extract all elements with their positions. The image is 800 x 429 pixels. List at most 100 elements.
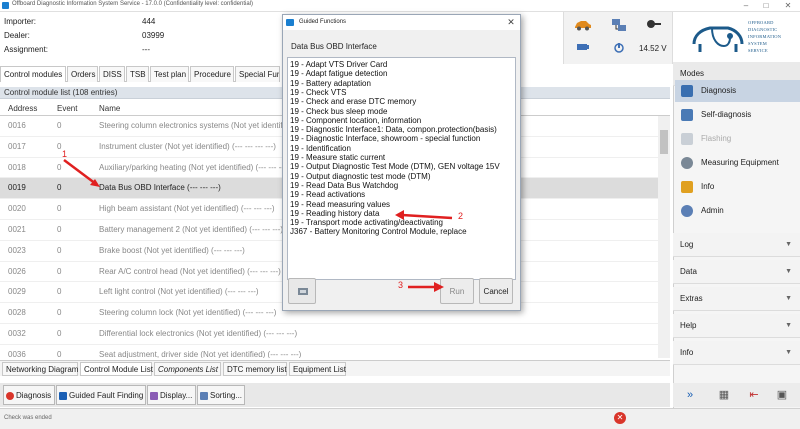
list-item[interactable]: 19 - Read activations <box>290 190 365 199</box>
tab-tsb[interactable]: TSB <box>126 66 149 82</box>
diagnosis-icon <box>681 85 693 97</box>
tab-test-plan[interactable]: Test plan <box>150 66 189 82</box>
maximize-icon[interactable]: □ <box>756 0 776 11</box>
annotation-arrow-3-icon <box>408 282 444 292</box>
tab-diss[interactable]: DISS <box>99 66 125 82</box>
guided-functions-dialog: Guided Functions ✕ Data Bus OBD Interfac… <box>282 14 521 311</box>
window-icon[interactable]: ▣ <box>773 386 791 404</box>
list-item[interactable]: 19 - Output Diagnostic Test Mode (DTM), … <box>290 162 500 171</box>
mode-info[interactable]: Info <box>675 176 800 198</box>
info-section-header[interactable]: Info ▼ <box>673 341 800 365</box>
log-section-header[interactable]: Log ▼ <box>673 233 800 257</box>
annotation-number-2: 2 <box>458 211 464 221</box>
error-icon[interactable]: ✕ <box>614 412 626 424</box>
importer-label: Importer: <box>4 17 37 26</box>
status-text: Check was ended <box>4 415 52 421</box>
guided-functions-list: 19 - Adapt VTS Driver Card 19 - Adapt fa… <box>287 57 516 280</box>
close-icon[interactable]: ✕ <box>778 0 798 11</box>
mode-admin[interactable]: Admin <box>675 200 800 222</box>
bottom-view-tabs: Networking Diagram Control Module List C… <box>0 360 670 376</box>
table-scrollbar-thumb[interactable] <box>660 130 668 154</box>
dialog-tool-button[interactable] <box>288 278 316 304</box>
window-titlebar: Offboard Diagnostic Information System S… <box>0 0 800 12</box>
list-item[interactable]: 19 - Read Data Bus Watchdog <box>290 181 398 190</box>
flashing-icon <box>681 133 693 145</box>
table-row[interactable]: 0032 0 Differential lock electronics (Not … <box>0 324 658 345</box>
list-item[interactable]: 19 - Measure static current <box>290 153 385 162</box>
list-item[interactable]: 19 - Diagnostic Interface1: Data, compon… <box>290 125 497 134</box>
dealer-label: Dealer: <box>4 31 30 40</box>
column-header-address[interactable]: Address <box>8 101 37 116</box>
chevron-down-icon: ▼ <box>785 322 792 329</box>
connection-status-panel: 14.52 V <box>563 12 673 64</box>
tab-orders[interactable]: Orders <box>67 66 98 82</box>
logo-text-line5: SERVICE <box>748 48 768 53</box>
mode-self-diagnosis[interactable]: Self-diagnosis <box>675 104 800 126</box>
list-item[interactable]: 19 - Check and erase DTC memory <box>290 97 416 106</box>
tab-control-modules[interactable]: Control modules <box>0 66 66 82</box>
tab-special-functions[interactable]: Special Fun <box>235 66 280 82</box>
display-icon <box>150 391 158 400</box>
minimize-icon[interactable]: – <box>736 0 756 11</box>
tab-control-module-list[interactable]: Control Module List <box>80 362 153 376</box>
tab-components-list[interactable]: Components List <box>154 362 221 376</box>
display-button[interactable]: Display... <box>147 385 196 405</box>
self-diagnosis-icon <box>681 109 693 121</box>
annotation-arrow-1-icon <box>63 159 100 187</box>
key-icon <box>647 20 661 28</box>
table-row[interactable]: 0036 0 Seat adjustment, driver side (Not y… <box>0 345 658 358</box>
help-section-header[interactable]: Help ▼ <box>673 314 800 338</box>
sorting-button[interactable]: Sorting... <box>197 385 245 405</box>
tool-icon <box>298 288 308 295</box>
list-item[interactable]: 19 - Identification <box>290 144 351 153</box>
mode-diagnosis[interactable]: Diagnosis <box>675 80 800 102</box>
voltage-readout: 14.52 V <box>639 44 667 53</box>
list-item[interactable]: 19 - Battery adaptation <box>290 79 371 88</box>
list-item[interactable]: 19 - Component location, information <box>290 116 421 125</box>
main-tabs: Control modules Orders DISS TSB Test pla… <box>0 66 280 82</box>
dialog-titlebar: Guided Functions ✕ <box>283 15 520 30</box>
bottom-toolbar: Diagnosis Guided Fault Finding Display..… <box>0 383 670 407</box>
list-item[interactable]: 19 - Adapt fatigue detection <box>290 69 387 78</box>
car-stethoscope-logo-icon <box>692 26 744 52</box>
list-item[interactable]: 19 - Output diagnostic test mode (DTM) <box>290 172 431 181</box>
extras-section-header[interactable]: Extras ▼ <box>673 287 800 311</box>
list-item[interactable]: 19 - Diagnostic Interface, showroom - sp… <box>290 134 480 143</box>
list-item[interactable]: 19 - Check VTS <box>290 88 346 97</box>
forward-icon[interactable]: » <box>681 386 699 404</box>
annotation-arrow-2-icon <box>395 210 453 220</box>
tab-procedure[interactable]: Procedure <box>190 66 234 82</box>
chevron-down-icon: ▼ <box>785 268 792 275</box>
list-item[interactable]: 19 - Check bus sleep mode <box>290 107 387 116</box>
column-header-name[interactable]: Name <box>99 101 120 116</box>
usb-icon <box>577 44 589 50</box>
tab-dtc-memory-list[interactable]: DTC memory list <box>223 362 287 376</box>
column-header-event[interactable]: Event <box>57 101 77 116</box>
diagnosis-stop-icon <box>6 391 14 400</box>
list-item[interactable]: 19 - Read measuring values <box>290 200 390 209</box>
screenshot-icon[interactable]: ▦ <box>715 386 733 404</box>
cancel-button[interactable]: Cancel <box>479 278 513 304</box>
list-item[interactable]: 19 - Adapt VTS Driver Card <box>290 60 387 69</box>
diagnosis-button[interactable]: Diagnosis <box>3 385 55 405</box>
dialog-subtitle: Data Bus OBD Interface <box>291 42 377 51</box>
dialog-close-icon[interactable]: ✕ <box>504 15 518 30</box>
odis-logo: OFFBOARD DIAGNOSTIC INFORMATION SYSTEM S… <box>688 14 798 62</box>
data-section-header[interactable]: Data ▼ <box>673 260 800 284</box>
list-item[interactable]: 19 - Reading history data <box>290 209 379 218</box>
info-icon <box>681 181 693 193</box>
tab-networking-diagram[interactable]: Networking Diagram <box>2 362 78 376</box>
mode-measuring-equipment[interactable]: Measuring Equipment <box>675 152 800 174</box>
battery-plug-icon <box>614 43 624 53</box>
vehicle-icon <box>575 21 591 31</box>
exit-icon[interactable]: ⇤ <box>745 386 763 404</box>
dealer-value: 03999 <box>142 31 165 40</box>
tab-equipment-list[interactable]: Equipment List <box>289 362 346 376</box>
mode-flashing[interactable]: Flashing <box>675 128 800 150</box>
logo-text-line3: INFORMATION <box>748 34 782 39</box>
annotation-number-3: 3 <box>398 280 404 290</box>
guided-fault-finding-button[interactable]: Guided Fault Finding <box>56 385 146 405</box>
chevron-down-icon: ▼ <box>785 349 792 356</box>
list-item[interactable]: J367 - Battery Monitoring Control Module… <box>290 227 467 236</box>
window-title: Offboard Diagnostic Information System S… <box>12 1 254 7</box>
